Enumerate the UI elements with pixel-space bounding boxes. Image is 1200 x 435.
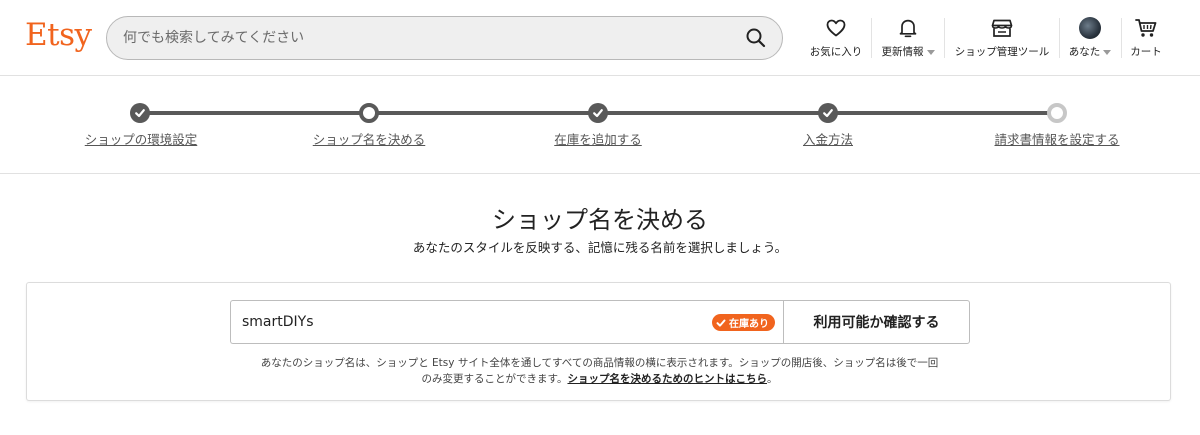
favorites-label: お気に入り [809,46,863,58]
step-link-environment[interactable]: ショップの環境設定 [85,129,198,148]
bell-icon [899,19,917,38]
check-availability-button[interactable]: 利用可能か確認する [783,300,970,344]
shop-manager-label: ショップ管理ツール [954,46,1050,58]
help-text-line-1: あなたのショップ名は、ショップと Etsy サイト全体を通してすべての商品情報の… [260,357,939,369]
step-dot-billing [1047,103,1067,123]
cart-label: カート [1130,46,1162,58]
nav-divider [871,18,872,58]
cart-icon [1135,19,1157,37]
help-text-end: 。 [766,373,778,385]
search-bar [106,16,783,60]
checkmark-icon [823,109,833,118]
chevron-down-icon [926,49,935,55]
heart-icon [826,19,846,37]
checkmark-icon [593,109,603,118]
shop-name-input[interactable] [242,301,702,343]
step-dot-shop-name [359,103,379,123]
shop-name-tips-link[interactable]: ショップ名を決めるためのヒントはこちら [567,373,767,385]
account-label: あなた [1068,46,1101,58]
step-dot-inventory [588,103,608,123]
search-input[interactable] [123,17,723,59]
step-link-billing[interactable]: 請求書情報を設定する [994,129,1119,148]
search-button[interactable] [742,24,770,52]
onboarding-progress: ショップの環境設定 ショップ名を決める 在庫を追加する 入金方法 請求書情報を設… [0,76,1200,174]
nav-divider [944,18,945,58]
checkmark-icon [135,109,145,118]
step-link-inventory[interactable]: 在庫を追加する [554,129,642,148]
step-dot-environment [130,103,150,123]
storefront-icon [991,19,1013,37]
nav-divider [1059,18,1060,58]
favorites-nav[interactable]: お気に入り [806,16,866,60]
step-dot-payment [818,103,838,123]
availability-badge-label: 在庫あり [729,319,769,330]
top-header: Etsy お気に入り 更新情報 [0,0,1200,76]
availability-badge: 在庫あり [712,314,775,331]
shop-name-panel: 在庫あり 利用可能か確認する あなたのショップ名は、ショップと Etsy サイト… [26,282,1171,401]
page-subtitle: あなたのスタイルを反映する、記憶に残る名前を選択しましょう。 [412,240,788,255]
checkmark-icon [716,319,726,327]
account-nav[interactable]: あなた [1064,16,1116,60]
chevron-down-icon [1103,49,1112,55]
shop-name-field-wrapper: 在庫あり [230,300,784,344]
search-icon [746,28,766,48]
page-title: ショップ名を決める [492,206,708,234]
updates-label: 更新情報 [881,46,924,58]
avatar [1079,17,1101,39]
updates-nav[interactable]: 更新情報 [877,16,939,60]
help-text-line-2: のみ変更することができます。 [421,373,568,385]
step-link-shop-name[interactable]: ショップ名を決める [313,129,426,148]
step-link-payment[interactable]: 入金方法 [803,129,853,148]
cart-nav[interactable]: カート [1126,16,1166,60]
etsy-logo[interactable]: Etsy [25,17,92,53]
shop-manager-nav[interactable]: ショップ管理ツール [950,16,1054,60]
nav-divider [1121,18,1122,58]
shop-name-help-text: あなたのショップ名は、ショップと Etsy サイト全体を通してすべての商品情報の… [227,355,972,387]
